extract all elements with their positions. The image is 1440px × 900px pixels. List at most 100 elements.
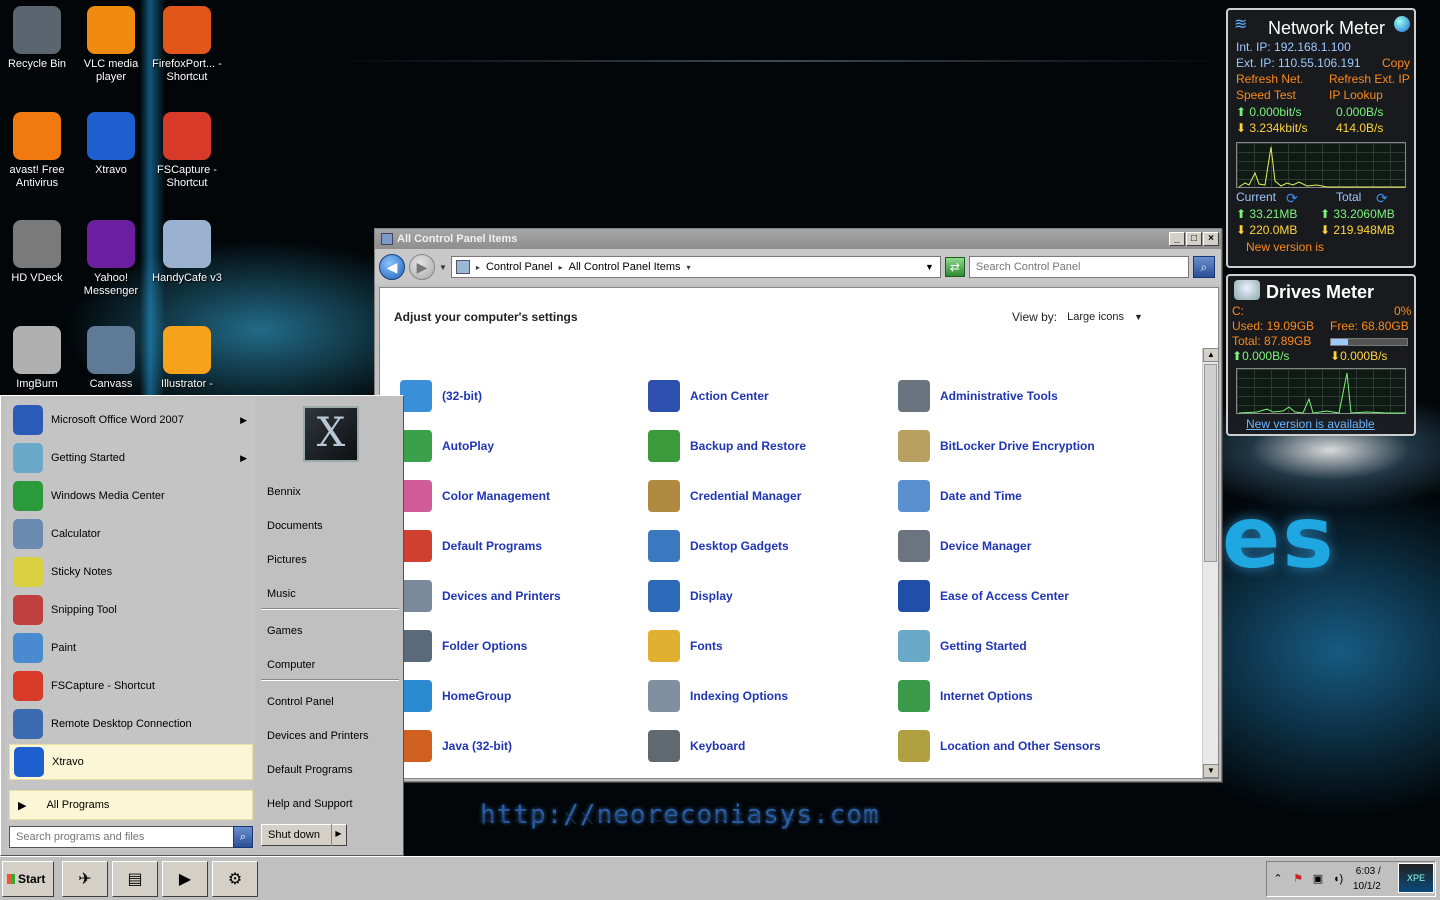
- desktop-icon[interactable]: Canvass: [74, 326, 148, 391]
- start-menu-link[interactable]: Documents: [267, 520, 323, 532]
- refresh-net-link[interactable]: Refresh Net.: [1236, 72, 1303, 86]
- desktop-icon[interactable]: ImgBurn: [0, 326, 74, 391]
- scroll-thumb[interactable]: [1204, 364, 1217, 562]
- network-new-version[interactable]: New version is: [1246, 240, 1324, 254]
- action-center-flag-icon[interactable]: ⚑: [1291, 872, 1305, 886]
- breadcrumb-separator[interactable]: ▾: [687, 263, 691, 272]
- recent-pages-dropdown[interactable]: ▼: [439, 263, 447, 272]
- minimize-button[interactable]: _: [1169, 232, 1185, 246]
- taskbar-button[interactable]: ⚙: [212, 861, 258, 897]
- start-search-button[interactable]: ⌕: [233, 826, 253, 848]
- control-panel-item[interactable]: Credential Manager: [648, 480, 801, 512]
- control-panel-item[interactable]: Getting Started: [898, 630, 1027, 662]
- control-panel-item[interactable]: Keyboard: [648, 730, 745, 762]
- user-picture[interactable]: X: [303, 406, 359, 462]
- address-dropdown[interactable]: ▼: [925, 262, 934, 272]
- control-panel-item[interactable]: Internet Options: [898, 680, 1033, 712]
- all-programs-button[interactable]: ▶ All Programs: [9, 790, 253, 820]
- desktop-icon[interactable]: VLC media player: [74, 6, 148, 84]
- control-panel-item[interactable]: Desktop Gadgets: [648, 530, 789, 562]
- control-panel-item[interactable]: Color Management: [400, 480, 550, 512]
- control-panel-item[interactable]: HomeGroup: [400, 680, 511, 712]
- clock[interactable]: 6:03 / 10/1/2: [1353, 864, 1381, 894]
- control-panel-item[interactable]: BitLocker Drive Encryption: [898, 430, 1095, 462]
- start-menu-link[interactable]: Default Programs: [267, 764, 353, 776]
- start-menu-program[interactable]: Sticky Notes: [9, 554, 253, 590]
- search-button[interactable]: ⌕: [1192, 256, 1215, 278]
- start-menu-program[interactable]: Microsoft Office Word 2007 ▶: [9, 402, 253, 438]
- search-control-panel-input[interactable]: [975, 261, 1188, 273]
- refresh-ext-ip-link[interactable]: Refresh Ext. IP: [1329, 72, 1410, 86]
- start-search-box[interactable]: [9, 826, 235, 848]
- control-panel-item[interactable]: Folder Options: [400, 630, 527, 662]
- control-panel-item[interactable]: Display: [648, 580, 733, 612]
- start-menu-program[interactable]: Xtravo: [9, 744, 253, 780]
- start-menu-link[interactable]: Pictures: [267, 554, 307, 566]
- desktop-icon[interactable]: FSCapture - Shortcut: [150, 112, 224, 190]
- start-menu-program[interactable]: Snipping Tool: [9, 592, 253, 628]
- view-by-select[interactable]: Large icons: [1067, 311, 1124, 323]
- control-panel-item[interactable]: Java (32-bit): [400, 730, 512, 762]
- control-panel-item[interactable]: Default Programs: [400, 530, 542, 562]
- control-panel-item[interactable]: AutoPlay: [400, 430, 494, 462]
- desktop-icon[interactable]: Recycle Bin: [0, 6, 74, 71]
- scroll-up-button[interactable]: ▲: [1203, 348, 1219, 362]
- start-menu-program[interactable]: Getting Started ▶: [9, 440, 253, 476]
- desktop-icon[interactable]: avast! Free Antivirus: [0, 112, 74, 190]
- address-bar[interactable]: ▸ Control Panel ▸ All Control Panel Item…: [450, 256, 941, 278]
- desktop-icon[interactable]: Xtravo: [74, 112, 148, 177]
- start-menu-link[interactable]: Bennix: [267, 486, 301, 498]
- control-panel-item[interactable]: (32-bit): [400, 380, 482, 412]
- desktop-icon[interactable]: Yahoo! Messenger: [74, 220, 148, 298]
- start-menu-program[interactable]: Windows Media Center: [9, 478, 253, 514]
- drives-new-version-link[interactable]: New version is available: [1246, 417, 1375, 431]
- vertical-scrollbar[interactable]: ▲ ▼: [1202, 348, 1219, 778]
- control-panel-item[interactable]: Location and Other Sensors: [898, 730, 1101, 762]
- start-menu-link[interactable]: Computer: [267, 659, 315, 671]
- start-menu-program[interactable]: FSCapture - Shortcut: [9, 668, 253, 704]
- taskbar-button[interactable]: ▤: [112, 861, 158, 897]
- forward-button[interactable]: ▶: [409, 254, 435, 280]
- control-panel-item[interactable]: Devices and Printers: [400, 580, 561, 612]
- search-box[interactable]: [968, 256, 1189, 278]
- desktop-icon[interactable]: HD VDeck: [0, 220, 74, 285]
- breadcrumb-separator[interactable]: ▸: [476, 263, 480, 272]
- start-menu-link[interactable]: Music: [267, 588, 296, 600]
- control-panel-item[interactable]: Action Center: [648, 380, 769, 412]
- maximize-button[interactable]: □: [1186, 232, 1202, 246]
- copy-link[interactable]: Copy: [1382, 56, 1410, 70]
- show-hidden-icons-button[interactable]: ⌃: [1271, 872, 1285, 886]
- shutdown-options-button[interactable]: ▶: [331, 824, 345, 846]
- submenu-arrow-icon[interactable]: ▶: [240, 415, 247, 426]
- start-menu-program[interactable]: Remote Desktop Connection: [9, 706, 253, 742]
- control-panel-item[interactable]: Device Manager: [898, 530, 1031, 562]
- start-menu-program[interactable]: Calculator: [9, 516, 253, 552]
- taskbar-button[interactable]: ✈: [62, 861, 108, 897]
- start-button[interactable]: Start: [2, 861, 54, 897]
- desktop-icon[interactable]: FirefoxPort... - Shortcut: [150, 6, 224, 84]
- control-panel-item[interactable]: Date and Time: [898, 480, 1022, 512]
- start-menu-link[interactable]: Control Panel: [267, 696, 334, 708]
- start-menu-link[interactable]: Games: [267, 625, 302, 637]
- show-desktop-button[interactable]: XPE: [1398, 863, 1434, 893]
- speed-test-link[interactable]: Speed Test: [1236, 88, 1296, 102]
- desktop-icon[interactable]: Illustrator -: [150, 326, 224, 391]
- start-menu-link[interactable]: Devices and Printers: [267, 730, 369, 742]
- control-panel-item[interactable]: Fonts: [648, 630, 723, 662]
- control-panel-item[interactable]: Indexing Options: [648, 680, 788, 712]
- control-panel-item[interactable]: Backup and Restore: [648, 430, 806, 462]
- start-menu-link[interactable]: Help and Support: [267, 798, 353, 810]
- start-search-input[interactable]: [16, 831, 234, 843]
- view-by-dropdown-arrow[interactable]: ▼: [1134, 312, 1143, 322]
- window-titlebar[interactable]: All Control Panel Items _ □ ×: [375, 229, 1221, 249]
- network-icon[interactable]: ▣: [1311, 872, 1325, 886]
- ip-lookup-link[interactable]: IP Lookup: [1329, 88, 1383, 102]
- control-panel-item[interactable]: Administrative Tools: [898, 380, 1058, 412]
- breadcrumb-control-panel[interactable]: Control Panel: [486, 261, 553, 273]
- close-button[interactable]: ×: [1203, 232, 1219, 246]
- submenu-arrow-icon[interactable]: ▶: [240, 453, 247, 464]
- taskbar-button[interactable]: ▶: [162, 861, 208, 897]
- breadcrumb-all-items[interactable]: All Control Panel Items: [569, 261, 681, 273]
- back-button[interactable]: ◀: [379, 254, 405, 280]
- start-menu-program[interactable]: Paint: [9, 630, 253, 666]
